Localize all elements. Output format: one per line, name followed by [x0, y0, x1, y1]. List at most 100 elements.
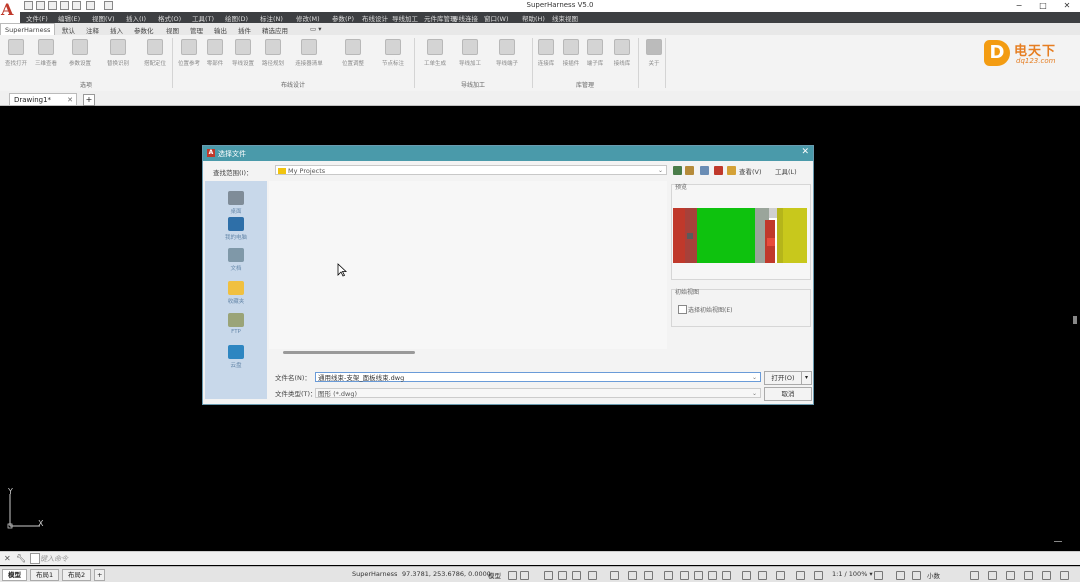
- place-documents[interactable]: 文档: [205, 248, 267, 272]
- tab-annotate[interactable]: 注释: [86, 25, 99, 35]
- ribbon-button[interactable]: 位置调整: [338, 39, 368, 67]
- layout-tab-model[interactable]: 模型: [2, 569, 27, 581]
- tab-view[interactable]: 视图: [166, 25, 179, 35]
- drawing-tab[interactable]: Drawing1* ✕: [9, 93, 77, 105]
- look-in-select[interactable]: My Projects ⌄: [275, 165, 667, 175]
- menu-item[interactable]: 绘图(D): [225, 13, 248, 23]
- new-icon[interactable]: [24, 1, 33, 10]
- select-initial-view-checkbox[interactable]: [678, 305, 687, 314]
- annotation-icon[interactable]: [742, 571, 751, 580]
- undo-icon[interactable]: [72, 1, 81, 10]
- ribbon-button[interactable]: 工单生成: [420, 39, 450, 67]
- file-type-select[interactable]: 图形 (*.dwg) ⌄: [315, 388, 761, 398]
- saveas-icon[interactable]: [60, 1, 69, 10]
- new-folder-icon[interactable]: [727, 166, 736, 175]
- tab-insert[interactable]: 插入: [110, 25, 123, 35]
- isodraft-icon[interactable]: [572, 571, 581, 580]
- dialog-close-icon[interactable]: ✕: [801, 147, 809, 157]
- selection-cycling-icon[interactable]: [664, 571, 673, 580]
- add-layout-button[interactable]: +: [94, 569, 106, 581]
- lock-ui-icon[interactable]: [912, 571, 921, 580]
- workspace-icon[interactable]: [758, 571, 767, 580]
- annotate-scale-icon[interactable]: [776, 571, 785, 580]
- 3dosnap-icon[interactable]: [680, 571, 689, 580]
- ortho-icon[interactable]: [544, 571, 553, 580]
- place-ftp[interactable]: FTP: [205, 313, 267, 335]
- tab-featured-apps[interactable]: 精选应用: [262, 25, 288, 35]
- place-cloud[interactable]: 云盘: [205, 345, 267, 369]
- transparency-icon[interactable]: [644, 571, 653, 580]
- menu-item[interactable]: 文件(F): [26, 13, 48, 23]
- menu-item[interactable]: 视图(V): [92, 13, 115, 23]
- ribbon-button[interactable]: 导线加工: [455, 39, 485, 67]
- units-display[interactable]: 小数: [927, 570, 940, 580]
- customize-status-icon[interactable]: [1024, 571, 1033, 580]
- menu-item[interactable]: 布线设计: [362, 13, 388, 23]
- redo-icon[interactable]: [86, 1, 95, 10]
- ribbon-button[interactable]: 节点标注: [378, 39, 408, 67]
- menu-item[interactable]: 格式(O): [158, 13, 181, 23]
- menu-item[interactable]: 参数(P): [332, 13, 354, 23]
- view-menu[interactable]: 查看(V): [739, 166, 762, 176]
- tab-default[interactable]: 默认: [62, 25, 75, 35]
- scroll-thumb[interactable]: [1073, 316, 1077, 324]
- tools-menu[interactable]: 工具(L): [775, 166, 797, 176]
- add-tab-button[interactable]: +: [83, 94, 95, 106]
- save-icon[interactable]: [48, 1, 57, 10]
- ribbon-button[interactable]: 替换识别: [103, 39, 133, 67]
- file-list[interactable]: [269, 181, 667, 349]
- plus-icon[interactable]: [896, 571, 905, 580]
- cancel-button[interactable]: 取消: [764, 387, 812, 401]
- tab-parametric[interactable]: 参数化: [134, 25, 154, 35]
- ribbon-button[interactable]: 导线端子: [492, 39, 522, 67]
- clean-screen-icon[interactable]: [1006, 571, 1015, 580]
- filter-icon[interactable]: [708, 571, 717, 580]
- menu-item[interactable]: 导线连接: [452, 13, 478, 23]
- menu-item[interactable]: 导线加工: [392, 13, 418, 23]
- menu-icon[interactable]: [1060, 571, 1069, 580]
- layout-tab-1[interactable]: 布局1: [30, 569, 60, 581]
- tab-overflow[interactable]: ▭ ▾: [310, 25, 321, 33]
- dialog-title-bar[interactable]: A 选择文件 ✕: [203, 146, 813, 161]
- place-computer[interactable]: 我的电脑: [205, 217, 267, 241]
- tab-plugins[interactable]: 插件: [238, 25, 251, 35]
- delete-icon[interactable]: [714, 166, 723, 175]
- close-tab-icon[interactable]: ✕: [67, 94, 73, 106]
- place-desktop[interactable]: 桌面: [205, 191, 267, 215]
- hardware-accel-icon[interactable]: [988, 571, 997, 580]
- snap-icon[interactable]: [520, 571, 529, 580]
- ribbon-button[interactable]: 路径规划: [258, 39, 288, 67]
- layout-tab-2[interactable]: 布局2: [62, 569, 92, 581]
- grid-icon[interactable]: [508, 571, 517, 580]
- menu-item[interactable]: 帮助(H): [522, 13, 545, 23]
- plot-icon[interactable]: [104, 1, 113, 10]
- menu-item[interactable]: 修改(M): [296, 13, 320, 23]
- place-favorites[interactable]: 收藏夹: [205, 281, 267, 305]
- horizontal-scrollbar[interactable]: [283, 351, 415, 354]
- model-space-toggle[interactable]: 模型: [488, 570, 501, 580]
- settings-gear-icon[interactable]: [874, 571, 883, 580]
- dynamic-ucs-icon[interactable]: [694, 571, 703, 580]
- command-input[interactable]: 键入命令: [40, 554, 68, 564]
- close-button[interactable]: ✕: [1056, 0, 1078, 11]
- open-icon[interactable]: [36, 1, 45, 10]
- polar-icon[interactable]: [558, 571, 567, 580]
- image-icon[interactable]: [1042, 571, 1051, 580]
- menu-item[interactable]: 插入(I): [126, 13, 146, 23]
- osnap-icon[interactable]: [588, 571, 597, 580]
- quick-props-icon[interactable]: [814, 571, 823, 580]
- maximize-button[interactable]: □: [1032, 0, 1054, 11]
- search-web-icon[interactable]: [700, 166, 709, 175]
- close-icon[interactable]: ✕: [4, 554, 11, 563]
- annotation-scale[interactable]: 1:1 / 100% ▾: [832, 570, 873, 578]
- units-icon[interactable]: [796, 571, 805, 580]
- minimize-button[interactable]: −: [1008, 0, 1030, 11]
- menu-item[interactable]: 标注(N): [260, 13, 283, 23]
- command-history-icon[interactable]: [30, 553, 40, 564]
- ribbon-button[interactable]: 参数设置: [65, 39, 95, 67]
- file-name-input[interactable]: 通用线束-支架_面板线束.dwg ⌄: [315, 372, 761, 382]
- menu-item[interactable]: 工具(T): [192, 13, 214, 23]
- ribbon-button[interactable]: 连接器清单: [294, 39, 324, 67]
- lineweight-icon[interactable]: [628, 571, 637, 580]
- menu-item[interactable]: 窗口(W): [484, 13, 509, 23]
